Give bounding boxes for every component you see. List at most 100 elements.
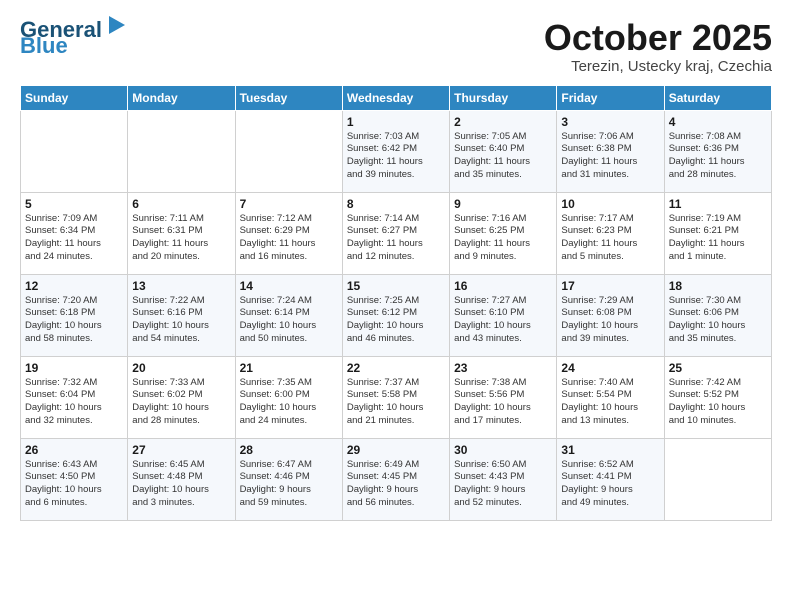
day-number: 16 — [454, 279, 552, 293]
day-number: 1 — [347, 115, 445, 129]
header-friday: Friday — [557, 85, 664, 110]
day-info: Sunrise: 7:32 AM Sunset: 6:04 PM Dayligh… — [25, 377, 123, 428]
day-info: Sunrise: 6:45 AM Sunset: 4:48 PM Dayligh… — [132, 459, 230, 510]
table-row: 24 Sunrise: 7:40 AM Sunset: 5:54 PM Dayli… — [557, 356, 664, 438]
day-info: Sunrise: 7:17 AM Sunset: 6:23 PM Dayligh… — [561, 213, 659, 264]
table-row: 29Sunrise: 6:49 AM Sunset: 4:45 PM Dayli… — [342, 438, 449, 520]
day-number: 26 — [25, 443, 123, 457]
table-row: 21Sunrise: 7:35 AM Sunset: 6:00 PM Dayli… — [235, 356, 342, 438]
table-row: 15 Sunrise: 7:25 AM Sunset: 6:12 PM Dayli… — [342, 274, 449, 356]
table-row: 3 Sunrise: 7:06 AM Sunset: 6:38 PM Daylig… — [557, 110, 664, 192]
header-monday: Monday — [128, 85, 235, 110]
day-number: 28 — [240, 443, 338, 457]
calendar-week-row: 19 Sunrise: 7:32 AM Sunset: 6:04 PM Dayli… — [21, 356, 772, 438]
day-info: Sunrise: 7:03 AM Sunset: 6:42 PM Dayligh… — [347, 131, 445, 182]
day-number: 4 — [669, 115, 767, 129]
table-row: 23Sunrise: 7:38 AM Sunset: 5:56 PM Dayli… — [450, 356, 557, 438]
day-number: 6 — [132, 197, 230, 211]
day-info: Sunrise: 7:16 AM Sunset: 6:25 PM Dayligh… — [454, 213, 552, 264]
table-row: 10 Sunrise: 7:17 AM Sunset: 6:23 PM Dayli… — [557, 192, 664, 274]
calendar-week-row: 12Sunrise: 7:20 AM Sunset: 6:18 PM Dayli… — [21, 274, 772, 356]
table-row: 14 Sunrise: 7:24 AM Sunset: 6:14 PM Dayli… — [235, 274, 342, 356]
day-number: 30 — [454, 443, 552, 457]
day-info: Sunrise: 7:40 AM Sunset: 5:54 PM Dayligh… — [561, 377, 659, 428]
logo: General Blue — [20, 18, 127, 57]
day-info: Sunrise: 7:29 AM Sunset: 6:08 PM Dayligh… — [561, 295, 659, 346]
header-tuesday: Tuesday — [235, 85, 342, 110]
day-info: Sunrise: 7:19 AM Sunset: 6:21 PM Dayligh… — [669, 213, 767, 264]
day-info: Sunrise: 7:42 AM Sunset: 5:52 PM Dayligh… — [669, 377, 767, 428]
table-row — [664, 438, 771, 520]
day-info: Sunrise: 7:09 AM Sunset: 6:34 PM Dayligh… — [25, 213, 123, 264]
day-info: Sunrise: 7:08 AM Sunset: 6:36 PM Dayligh… — [669, 131, 767, 182]
day-info: Sunrise: 7:33 AM Sunset: 6:02 PM Dayligh… — [132, 377, 230, 428]
table-row: 22 Sunrise: 7:37 AM Sunset: 5:58 PM Dayli… — [342, 356, 449, 438]
table-row: 19 Sunrise: 7:32 AM Sunset: 6:04 PM Dayli… — [21, 356, 128, 438]
table-row: 16 Sunrise: 7:27 AM Sunset: 6:10 PM Dayli… — [450, 274, 557, 356]
day-info: Sunrise: 6:52 AM Sunset: 4:41 PM Dayligh… — [561, 459, 659, 510]
day-number: 2 — [454, 115, 552, 129]
day-info: Sunrise: 6:43 AM Sunset: 4:50 PM Dayligh… — [25, 459, 123, 510]
day-number: 11 — [669, 197, 767, 211]
logo-blue-text: Blue — [20, 35, 68, 57]
day-number: 3 — [561, 115, 659, 129]
day-info: Sunrise: 7:06 AM Sunset: 6:38 PM Dayligh… — [561, 131, 659, 182]
day-info: Sunrise: 7:27 AM Sunset: 6:10 PM Dayligh… — [454, 295, 552, 346]
day-number: 5 — [25, 197, 123, 211]
table-row: 1 Sunrise: 7:03 AM Sunset: 6:42 PM Daylig… — [342, 110, 449, 192]
day-number: 22 — [347, 361, 445, 375]
day-number: 20 — [132, 361, 230, 375]
table-row: 13 Sunrise: 7:22 AM Sunset: 6:16 PM Dayli… — [128, 274, 235, 356]
day-number: 7 — [240, 197, 338, 211]
calendar-week-row: 5 Sunrise: 7:09 AM Sunset: 6:34 PM Daylig… — [21, 192, 772, 274]
title-block: October 2025 Terezin, Ustecky kraj, Czec… — [544, 18, 772, 75]
table-row: 26 Sunrise: 6:43 AM Sunset: 4:50 PM Dayli… — [21, 438, 128, 520]
table-row — [21, 110, 128, 192]
day-info: Sunrise: 7:14 AM Sunset: 6:27 PM Dayligh… — [347, 213, 445, 264]
day-number: 12 — [25, 279, 123, 293]
header-wednesday: Wednesday — [342, 85, 449, 110]
day-number: 9 — [454, 197, 552, 211]
day-number: 14 — [240, 279, 338, 293]
header-saturday: Saturday — [664, 85, 771, 110]
table-row: 18Sunrise: 7:30 AM Sunset: 6:06 PM Dayli… — [664, 274, 771, 356]
day-number: 10 — [561, 197, 659, 211]
table-row: 2 Sunrise: 7:05 AM Sunset: 6:40 PM Daylig… — [450, 110, 557, 192]
day-number: 13 — [132, 279, 230, 293]
day-info: Sunrise: 7:05 AM Sunset: 6:40 PM Dayligh… — [454, 131, 552, 182]
table-row: 9 Sunrise: 7:16 AM Sunset: 6:25 PM Daylig… — [450, 192, 557, 274]
table-row: 17Sunrise: 7:29 AM Sunset: 6:08 PM Dayli… — [557, 274, 664, 356]
day-info: Sunrise: 7:35 AM Sunset: 6:00 PM Dayligh… — [240, 377, 338, 428]
day-number: 27 — [132, 443, 230, 457]
calendar-header-row: Sunday Monday Tuesday Wednesday Thursday… — [21, 85, 772, 110]
calendar-week-row: 1 Sunrise: 7:03 AM Sunset: 6:42 PM Daylig… — [21, 110, 772, 192]
table-row: 28 Sunrise: 6:47 AM Sunset: 4:46 PM Dayli… — [235, 438, 342, 520]
day-number: 19 — [25, 361, 123, 375]
logo-arrow-icon — [105, 14, 127, 36]
day-number: 24 — [561, 361, 659, 375]
day-info: Sunrise: 7:11 AM Sunset: 6:31 PM Dayligh… — [132, 213, 230, 264]
day-info: Sunrise: 7:25 AM Sunset: 6:12 PM Dayligh… — [347, 295, 445, 346]
day-number: 29 — [347, 443, 445, 457]
day-info: Sunrise: 7:22 AM Sunset: 6:16 PM Dayligh… — [132, 295, 230, 346]
table-row: 7Sunrise: 7:12 AM Sunset: 6:29 PM Daylig… — [235, 192, 342, 274]
calendar-subtitle: Terezin, Ustecky kraj, Czechia — [544, 58, 772, 75]
table-row — [128, 110, 235, 192]
calendar-week-row: 26 Sunrise: 6:43 AM Sunset: 4:50 PM Dayli… — [21, 438, 772, 520]
header-sunday: Sunday — [21, 85, 128, 110]
table-row: 20 Sunrise: 7:33 AM Sunset: 6:02 PM Dayli… — [128, 356, 235, 438]
table-row: 30Sunrise: 6:50 AM Sunset: 4:43 PM Dayli… — [450, 438, 557, 520]
day-number: 31 — [561, 443, 659, 457]
table-row: 31 Sunrise: 6:52 AM Sunset: 4:41 PM Dayli… — [557, 438, 664, 520]
table-row: 11 Sunrise: 7:19 AM Sunset: 6:21 PM Dayli… — [664, 192, 771, 274]
table-row: 5 Sunrise: 7:09 AM Sunset: 6:34 PM Daylig… — [21, 192, 128, 274]
day-number: 15 — [347, 279, 445, 293]
day-number: 8 — [347, 197, 445, 211]
day-info: Sunrise: 6:47 AM Sunset: 4:46 PM Dayligh… — [240, 459, 338, 510]
day-info: Sunrise: 7:24 AM Sunset: 6:14 PM Dayligh… — [240, 295, 338, 346]
header: General Blue October 2025 Terezin, Ustec… — [20, 18, 772, 75]
day-info: Sunrise: 7:37 AM Sunset: 5:58 PM Dayligh… — [347, 377, 445, 428]
page: General Blue October 2025 Terezin, Ustec… — [0, 0, 792, 531]
table-row — [235, 110, 342, 192]
day-info: Sunrise: 7:30 AM Sunset: 6:06 PM Dayligh… — [669, 295, 767, 346]
